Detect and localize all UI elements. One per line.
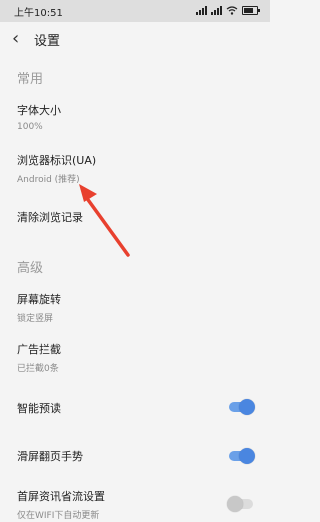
setting-ad-block[interactable]: 广告拦截 已拦截0条 bbox=[0, 341, 270, 375]
toggle-knob bbox=[239, 399, 255, 415]
app-header: ‹ 设置 bbox=[0, 22, 270, 56]
home-data-saver-toggle[interactable] bbox=[227, 496, 253, 512]
setting-label: 清除浏览记录 bbox=[17, 211, 83, 224]
wifi-icon bbox=[226, 5, 238, 15]
setting-label: 首屏资讯省流设置 bbox=[17, 490, 105, 503]
section-title-advanced: 高级 bbox=[17, 261, 44, 276]
setting-value: 仅在WIFI下自动更新 bbox=[17, 511, 100, 521]
chevron-left-icon[interactable]: ‹ bbox=[12, 28, 19, 49]
setting-value: 100% bbox=[17, 122, 43, 132]
status-time: 上午10:51 bbox=[14, 8, 63, 19]
toggle-knob bbox=[239, 448, 255, 464]
setting-user-agent[interactable]: 浏览器标识(UA) Android (推荐) bbox=[0, 152, 270, 186]
setting-font-size[interactable]: 字体大小 100% bbox=[0, 102, 270, 136]
setting-label: 广告拦截 bbox=[17, 343, 61, 356]
setting-label: 滑屏翻页手势 bbox=[17, 450, 83, 463]
page-title: 设置 bbox=[34, 34, 61, 49]
setting-value: 锁定竖屏 bbox=[17, 314, 54, 324]
smart-preread-toggle[interactable] bbox=[229, 399, 255, 415]
setting-rotation[interactable]: 屏幕旋转 锁定竖屏 bbox=[0, 291, 270, 325]
setting-label: 字体大小 bbox=[17, 104, 61, 117]
setting-value: Android (推荐) bbox=[17, 175, 80, 185]
signal-icon-2 bbox=[211, 5, 222, 15]
status-bar: 上午10:51 bbox=[0, 0, 270, 22]
toggle-knob bbox=[227, 496, 243, 512]
section-title-common: 常用 bbox=[17, 72, 44, 87]
setting-label: 智能预读 bbox=[17, 402, 61, 415]
setting-clear-history[interactable]: 清除浏览记录 bbox=[0, 209, 270, 229]
setting-value: 已拦截0条 bbox=[17, 364, 59, 374]
battery-icon bbox=[242, 5, 260, 15]
swipe-page-toggle[interactable] bbox=[229, 448, 255, 464]
status-icons bbox=[196, 5, 260, 15]
signal-icon bbox=[196, 5, 207, 15]
setting-label: 屏幕旋转 bbox=[17, 293, 61, 306]
setting-label: 浏览器标识(UA) bbox=[17, 154, 97, 167]
